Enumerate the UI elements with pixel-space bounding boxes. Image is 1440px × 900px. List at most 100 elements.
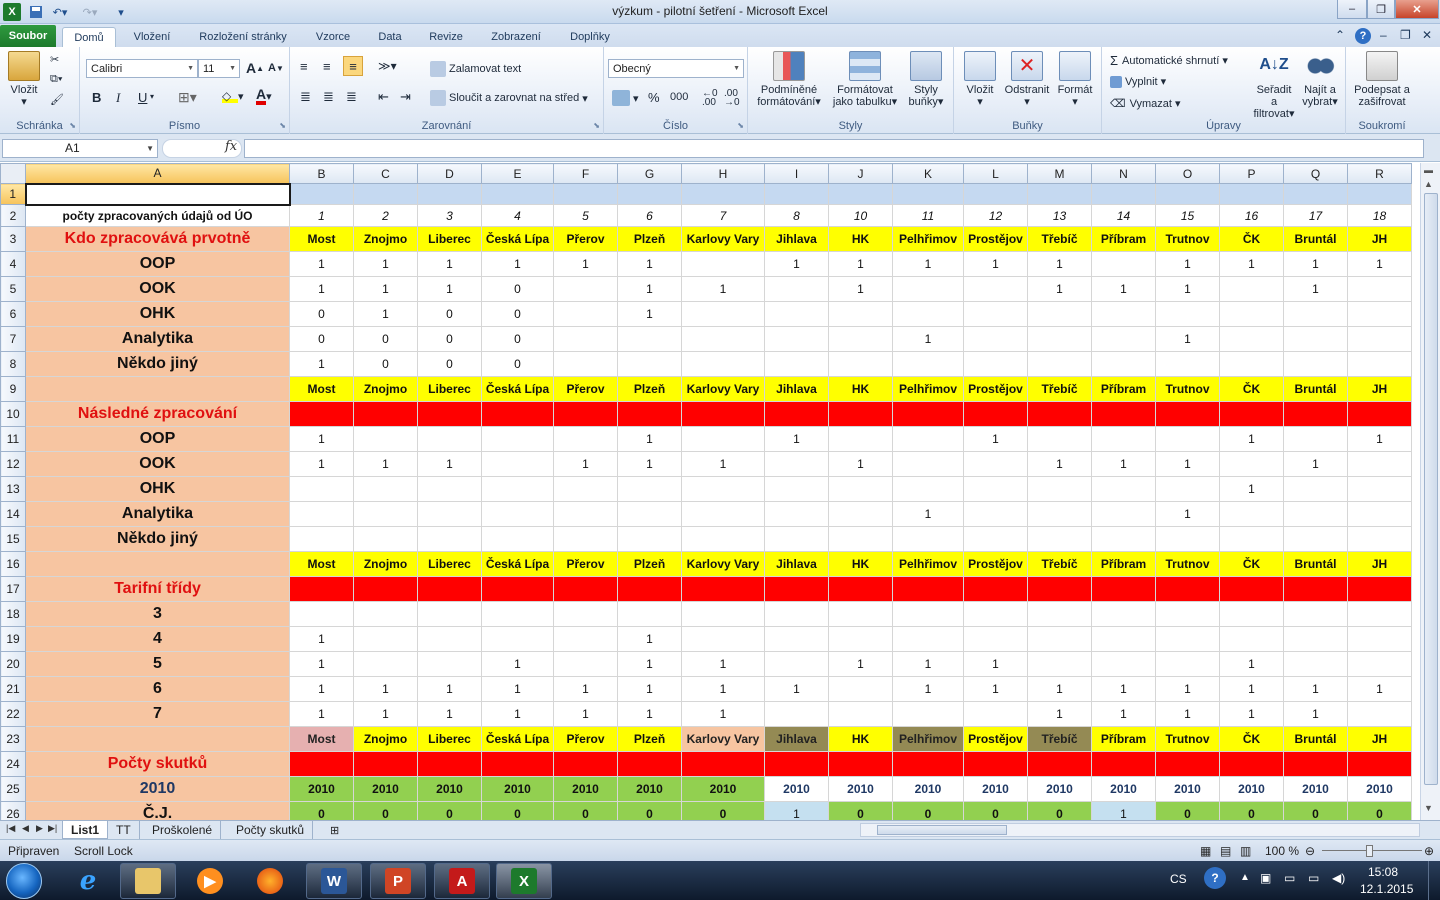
value-cell[interactable]: 1 — [1219, 476, 1284, 502]
city-cell[interactable]: Plzeň — [617, 226, 682, 252]
value-cell[interactable] — [481, 476, 554, 502]
page-layout-view-icon[interactable]: ▤ — [1220, 844, 1231, 858]
cell[interactable] — [617, 576, 682, 602]
cell[interactable] — [289, 576, 354, 602]
count-cell[interactable]: 5 — [553, 204, 618, 227]
increase-decimal-icon[interactable]: ←0.00 — [702, 89, 718, 108]
fill-button[interactable]: Vyplnit ▾ — [1110, 75, 1166, 88]
align-left-icon[interactable]: ≣ — [300, 89, 311, 105]
decrease-decimal-icon[interactable]: .00 →0 — [724, 89, 740, 108]
value-cell[interactable] — [289, 501, 354, 527]
city-cell[interactable]: Prostějov — [963, 551, 1028, 577]
value-cell[interactable] — [963, 701, 1028, 727]
tab-addins[interactable]: Doplňky — [560, 27, 620, 47]
row-header[interactable]: 14 — [0, 501, 26, 527]
value-cell[interactable] — [353, 651, 418, 677]
cell[interactable] — [481, 576, 554, 602]
city-cell[interactable]: HK — [828, 551, 893, 577]
value-cell[interactable] — [553, 301, 618, 327]
show-hidden-icons[interactable]: ▲ — [1240, 872, 1250, 883]
value-cell[interactable]: 0 — [481, 301, 554, 327]
value-cell[interactable] — [828, 476, 893, 502]
underline-button[interactable]: U — [138, 90, 147, 105]
value-cell[interactable] — [1347, 526, 1412, 552]
sort-filter-button[interactable]: A↓Z Seřadit a filtrovat▾ — [1252, 51, 1296, 120]
year-cell[interactable]: 2010 — [553, 776, 618, 802]
value-cell[interactable]: 1 — [1283, 701, 1348, 727]
cell[interactable] — [1091, 183, 1156, 205]
value-cell[interactable]: 1 — [617, 626, 682, 652]
city-cell[interactable]: Přerov — [553, 551, 618, 577]
normal-view-icon[interactable]: ▦ — [1200, 844, 1211, 858]
value-cell[interactable] — [764, 526, 829, 552]
column-header[interactable]: Q — [1283, 163, 1348, 184]
cell[interactable] — [1347, 401, 1412, 427]
value-cell[interactable]: 1 — [353, 701, 418, 727]
value-cell[interactable] — [681, 601, 765, 627]
row-label-cell[interactable]: Někdo jiný — [25, 526, 290, 552]
select-all-corner[interactable] — [0, 163, 26, 184]
cell[interactable] — [1283, 401, 1348, 427]
city-cell[interactable]: Karlovy Vary — [681, 226, 765, 252]
count-cell[interactable]: 4 — [481, 204, 554, 227]
city-cell[interactable]: Trutnov — [1155, 376, 1220, 402]
value-cell[interactable]: 1 — [1283, 276, 1348, 302]
find-select-button[interactable]: Najít a vybrat▾ — [1298, 51, 1342, 108]
value-cell[interactable] — [963, 601, 1028, 627]
value-cell[interactable] — [1155, 651, 1220, 677]
year-cell[interactable]: 2010 — [1347, 776, 1412, 802]
value-cell[interactable] — [617, 601, 682, 627]
value-cell[interactable]: 1 — [1027, 701, 1092, 727]
city-cell[interactable]: Přerov — [553, 726, 618, 752]
value-cell[interactable] — [1283, 626, 1348, 652]
year-cell[interactable]: 2010 — [828, 776, 893, 802]
cell[interactable] — [1155, 576, 1220, 602]
taskbar-excel[interactable]: X — [496, 863, 552, 899]
value-cell[interactable]: 1 — [1219, 651, 1284, 677]
sheet-tab-tt[interactable]: TT — [108, 821, 140, 839]
cell[interactable] — [1219, 576, 1284, 602]
show-desktop-button[interactable] — [1428, 861, 1440, 900]
city-cell[interactable]: Plzeň — [617, 551, 682, 577]
city-cell[interactable]: Bruntál — [1283, 376, 1348, 402]
minimize-button[interactable]: – — [1337, 0, 1367, 19]
value-cell[interactable] — [963, 451, 1028, 477]
city-cell[interactable]: HK — [828, 226, 893, 252]
value-cell[interactable] — [1347, 701, 1412, 727]
city-cell[interactable]: Česká Lípa — [481, 551, 554, 577]
city-cell[interactable]: Třebíč — [1027, 551, 1092, 577]
cell[interactable] — [1347, 183, 1412, 205]
paste-button[interactable]: Vložit ▾ — [4, 51, 44, 108]
value-cell[interactable]: 1 — [417, 251, 482, 277]
value-cell[interactable] — [1283, 476, 1348, 502]
city-cell[interactable]: Znojmo — [353, 376, 418, 402]
city-cell[interactable]: ČK — [1219, 726, 1284, 752]
cell[interactable] — [764, 576, 829, 602]
city-cell[interactable]: Třebíč — [1027, 226, 1092, 252]
section-title-cell[interactable]: Počty skutků — [25, 751, 290, 777]
value-cell[interactable]: 1 — [617, 301, 682, 327]
column-header[interactable]: P — [1219, 163, 1284, 184]
value-cell[interactable]: 1 — [553, 701, 618, 727]
cell[interactable] — [764, 751, 829, 777]
year-cell[interactable]: 2010 — [1283, 776, 1348, 802]
count-cell[interactable]: 18 — [1347, 204, 1412, 227]
row-label-cell[interactable]: OHK — [25, 476, 290, 502]
row-label-cell[interactable]: 4 — [25, 626, 290, 652]
city-cell[interactable]: Most — [289, 726, 354, 752]
value-cell[interactable] — [764, 351, 829, 377]
italic-button[interactable]: I — [116, 90, 120, 106]
value-cell[interactable]: 1 — [289, 351, 354, 377]
value-cell[interactable]: 1 — [353, 251, 418, 277]
row-header[interactable]: 15 — [0, 526, 26, 552]
row-header[interactable]: 3 — [0, 226, 26, 252]
next-sheet-icon[interactable]: ▶ — [36, 823, 43, 834]
close-button[interactable]: ✕ — [1395, 0, 1439, 19]
row-header[interactable]: 17 — [0, 576, 26, 602]
row-header[interactable]: 19 — [0, 626, 26, 652]
value-cell[interactable]: 0 — [353, 801, 418, 820]
insert-sheet-icon[interactable]: ⊞ — [322, 821, 347, 839]
row-label-cell[interactable]: OOK — [25, 276, 290, 302]
taskbar-media-player[interactable]: ▶ — [182, 863, 238, 899]
value-cell[interactable] — [553, 426, 618, 452]
